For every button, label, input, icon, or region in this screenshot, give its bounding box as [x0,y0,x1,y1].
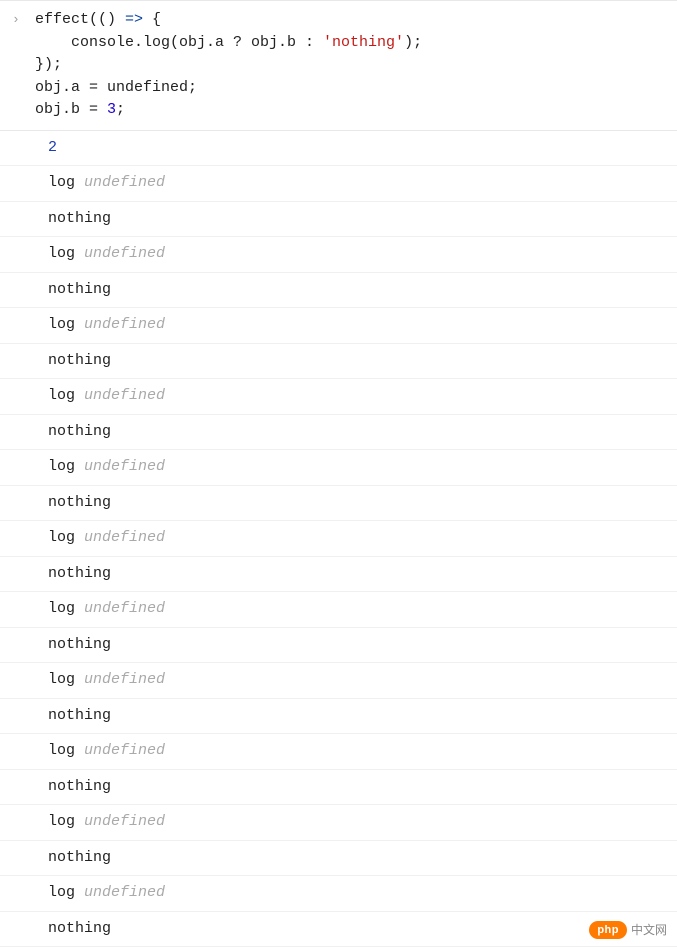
console-log-line: log undefined [0,663,677,699]
log-value-undefined: undefined [84,458,165,475]
console-log-line: nothing [0,628,677,664]
console-log-line: log undefined [0,734,677,770]
log-label: log [48,600,84,617]
log-value-undefined: undefined [84,245,165,262]
console-log-line: log undefined [0,166,677,202]
console-log-line: nothing [0,486,677,522]
console-log-line: log undefined [0,592,677,628]
log-label: log [48,458,84,475]
console-log-line: log undefined [0,876,677,912]
console-log-line: nothing [0,770,677,806]
code-line: }); [35,54,677,77]
console-result: 2 [0,131,677,167]
log-label: log [48,742,84,759]
log-value-undefined: undefined [84,884,165,901]
log-value-undefined: undefined [84,316,165,333]
log-value-undefined: undefined [84,529,165,546]
console-log-line: log undefined [0,308,677,344]
log-container: log undefinednothinglog undefinednothing… [0,166,677,947]
code-line: obj.a = undefined; [35,77,677,100]
log-label: log [48,529,84,546]
watermark-text: 中文网 [631,921,667,939]
console-wrapper: › effect(() => { console.log(obj.a ? obj… [0,0,677,947]
watermark: php 中文网 [589,921,667,940]
console-log-line: nothing [0,557,677,593]
console-input-block[interactable]: › effect(() => { console.log(obj.a ? obj… [0,1,677,131]
watermark-pill: php [589,921,627,940]
log-label: log [48,813,84,830]
log-label: log [48,316,84,333]
log-label: log [48,174,84,191]
log-value-undefined: undefined [84,813,165,830]
log-value-undefined: undefined [84,174,165,191]
input-prompt-icon: › [12,10,20,30]
console-log-line: nothing [0,273,677,309]
log-value-undefined: undefined [84,671,165,688]
code-line: obj.b = 3; [35,99,677,122]
console-log-line: log undefined [0,379,677,415]
log-label: log [48,387,84,404]
console-log-line: nothing [0,699,677,735]
log-value-undefined: undefined [84,600,165,617]
code-lines-container: effect(() => { console.log(obj.a ? obj.b… [35,9,677,122]
log-label: log [48,884,84,901]
console-log-line: log undefined [0,521,677,557]
log-label: log [48,671,84,688]
code-line: effect(() => { [35,9,677,32]
code-line: console.log(obj.a ? obj.b : 'nothing'); [35,32,677,55]
console-log-line: nothing [0,415,677,451]
console-log-line: log undefined [0,805,677,841]
console-log-line: log undefined [0,450,677,486]
log-value-undefined: undefined [84,387,165,404]
console-log-line: nothing [0,841,677,877]
console-output[interactable]: › effect(() => { console.log(obj.a ? obj… [0,0,677,947]
console-log-line: log undefined [0,237,677,273]
console-log-line: nothing [0,344,677,380]
console-log-line: nothing [0,912,677,947]
log-value-undefined: undefined [84,742,165,759]
log-label: log [48,245,84,262]
console-log-line: nothing [0,202,677,238]
